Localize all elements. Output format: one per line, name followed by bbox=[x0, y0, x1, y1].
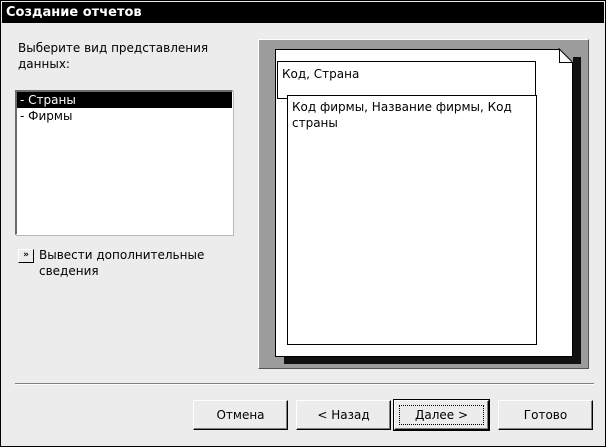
report-wizard-window: Создание отчетов Выберите вид представле… bbox=[0, 0, 606, 447]
cancel-button-label: Отмена bbox=[216, 408, 265, 422]
window-title: Создание отчетов bbox=[2, 2, 604, 23]
preview-detail-group: Код фирмы, Название фирмы, Код страны bbox=[287, 95, 537, 345]
next-button[interactable]: Далее > bbox=[393, 399, 490, 431]
list-item-countries[interactable]: - Страны bbox=[17, 92, 232, 108]
report-preview-panel: Код, Страна Код фирмы, Название фирмы, К… bbox=[258, 39, 589, 369]
preview-header-fields: Код, Страна bbox=[282, 67, 360, 81]
page-corner-fold-icon bbox=[559, 49, 573, 63]
preview-page: Код, Страна Код фирмы, Название фирмы, К… bbox=[275, 49, 573, 357]
preview-detail-fields: Код фирмы, Название фирмы, Код страны bbox=[292, 100, 512, 130]
finish-button-label: Готово bbox=[523, 408, 568, 422]
finish-button[interactable]: Готово bbox=[498, 400, 593, 430]
button-separator bbox=[15, 383, 594, 385]
back-button[interactable]: < Назад bbox=[296, 400, 391, 430]
back-button-label: < Назад bbox=[317, 408, 370, 422]
show-more-info-button[interactable]: » bbox=[18, 249, 34, 263]
cancel-button[interactable]: Отмена bbox=[193, 400, 288, 430]
preview-header-group: Код, Страна bbox=[277, 61, 536, 99]
list-item-firms[interactable]: - Фирмы bbox=[17, 108, 232, 124]
show-more-info-label: Вывести дополнительные сведения bbox=[39, 248, 205, 278]
focus-rectangle bbox=[399, 405, 484, 425]
view-prompt-label: Выберите вид представления данных: bbox=[18, 41, 209, 71]
view-listbox[interactable]: - Страны - Фирмы bbox=[15, 90, 233, 235]
